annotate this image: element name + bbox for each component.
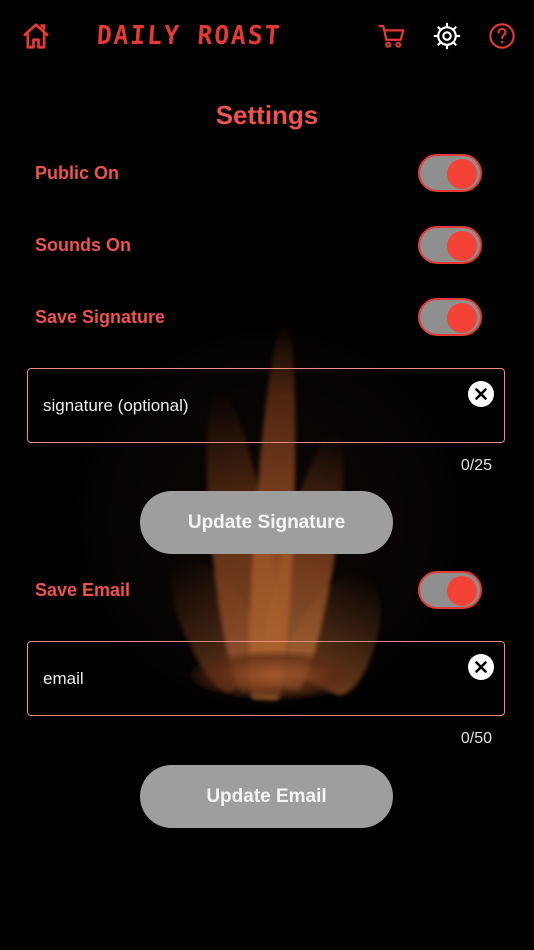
public-on-label: Public On <box>35 163 120 183</box>
email-input[interactable]: email <box>27 641 505 716</box>
email-placeholder: email <box>43 669 84 688</box>
cart-button[interactable] <box>374 18 410 54</box>
home-button[interactable] <box>18 18 54 54</box>
close-icon <box>475 388 487 400</box>
clear-signature-button[interactable] <box>468 381 494 407</box>
sounds-on-label: Sounds On <box>35 235 131 255</box>
sounds-on-toggle[interactable] <box>418 226 482 264</box>
close-icon <box>475 661 487 673</box>
public-on-toggle[interactable] <box>418 154 482 192</box>
cart-icon <box>378 24 405 48</box>
update-email-button[interactable]: Update Email <box>140 765 393 828</box>
save-signature-label: Save Signature <box>35 307 166 327</box>
signature-input[interactable]: signature (optional) <box>27 368 505 443</box>
page-title: Settings <box>215 100 319 130</box>
gear-icon <box>433 22 461 50</box>
home-icon <box>23 23 49 49</box>
clear-email-button[interactable] <box>468 654 494 680</box>
signature-placeholder: signature (optional) <box>43 396 189 415</box>
settings-button[interactable] <box>429 18 465 54</box>
toggle-knob <box>447 303 477 333</box>
toggle-knob <box>447 576 477 606</box>
top-bar: DAILY ROAST <box>0 0 534 72</box>
app-logo: DAILY ROAST <box>95 21 283 51</box>
email-char-counter: 0/50 <box>460 730 492 747</box>
help-icon <box>489 23 515 49</box>
save-signature-toggle[interactable] <box>418 298 482 336</box>
signature-char-counter: 0/25 <box>460 457 492 474</box>
help-button[interactable] <box>484 18 520 54</box>
update-signature-button[interactable]: Update Signature <box>140 491 393 554</box>
toggle-knob <box>447 159 477 189</box>
save-email-label: Save Email <box>35 580 131 600</box>
toggle-knob <box>447 231 477 261</box>
save-email-toggle[interactable] <box>418 571 482 609</box>
